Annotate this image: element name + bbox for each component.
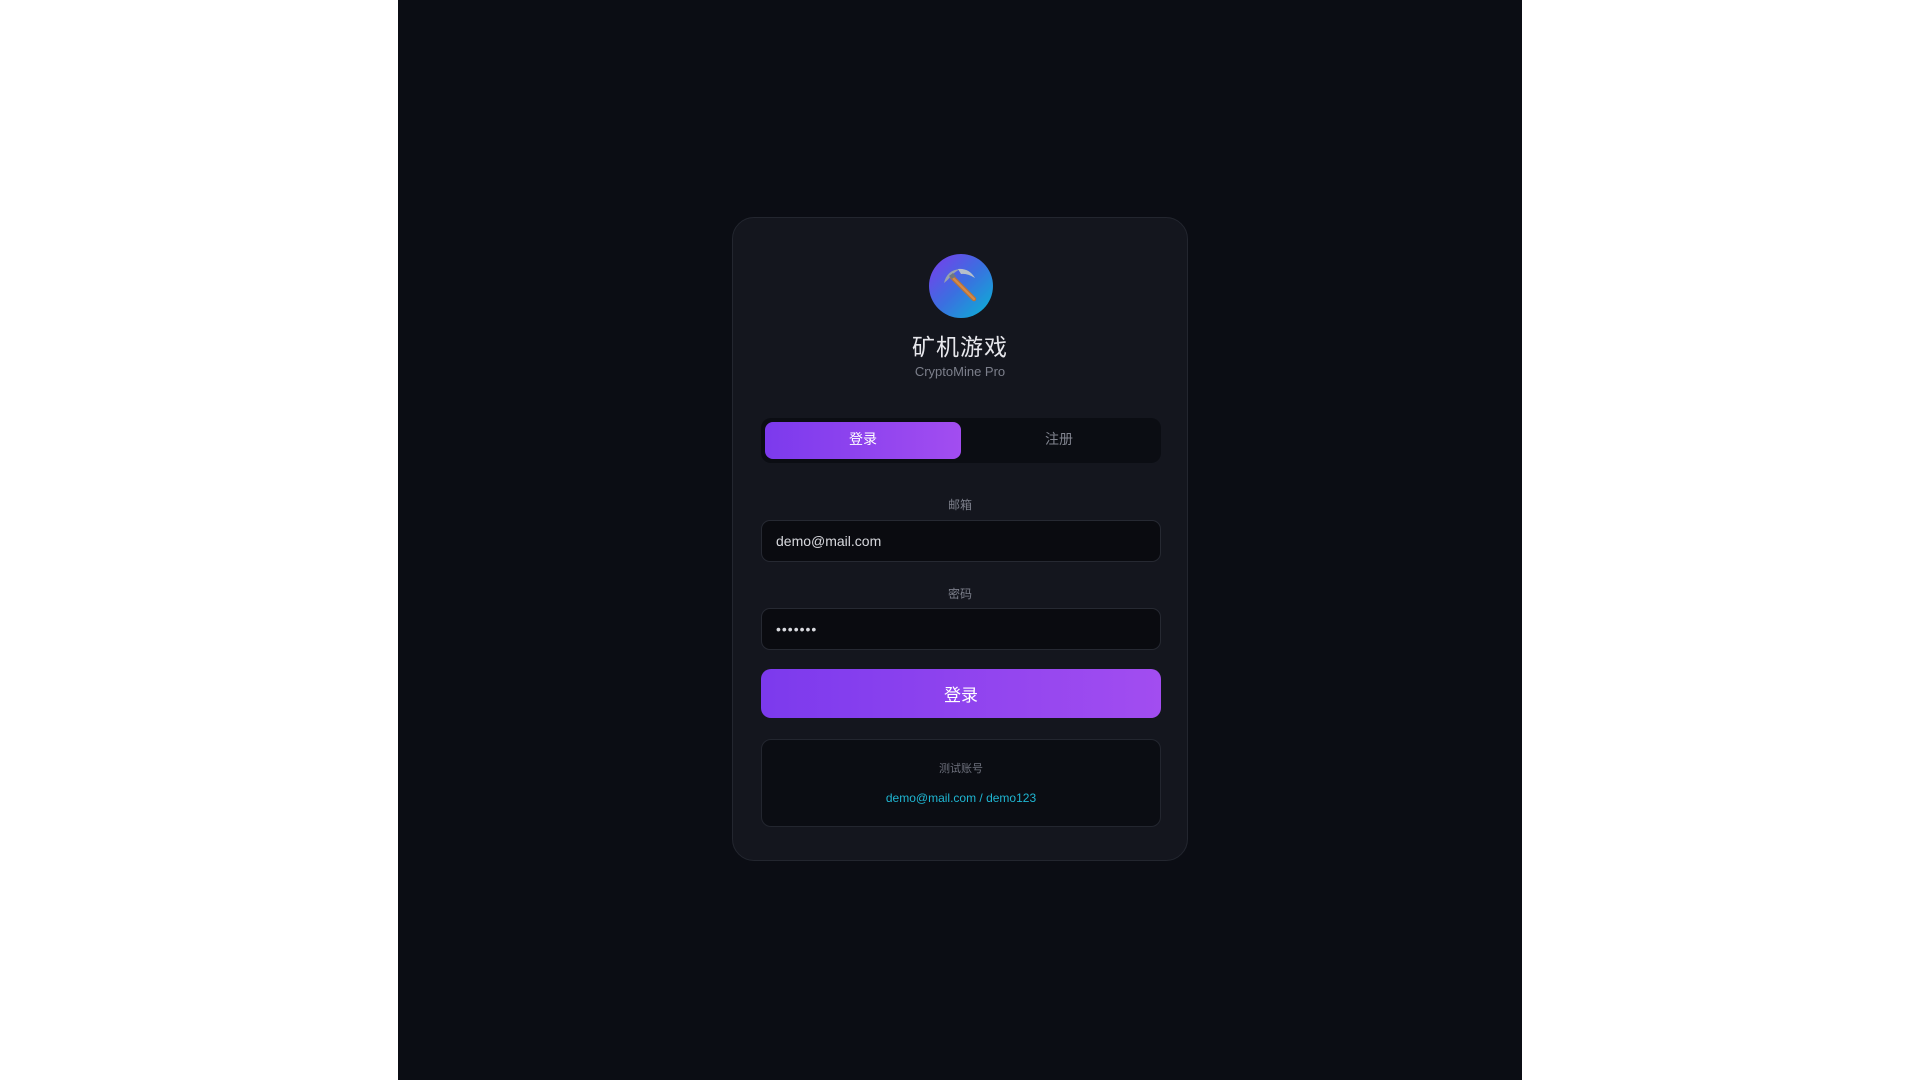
app-subtitle: CryptoMine Pro (914, 364, 1006, 379)
email-field[interactable] (761, 520, 1161, 562)
tab-register[interactable]: 注册 (961, 422, 1157, 459)
password-field[interactable] (761, 608, 1161, 650)
app-logo (929, 254, 993, 318)
app-title: 矿机游戏 (912, 335, 1008, 361)
demo-account-box: 测试账号 demo@mail.com / demo123 (761, 739, 1161, 827)
demo-account-title: 测试账号 (939, 762, 983, 775)
email-label: 邮箱 (947, 498, 972, 512)
page-background: 矿机游戏 CryptoMine Pro 登录 注册 邮箱 密码 登录 测试账号 … (398, 0, 1522, 1080)
password-label: 密码 (947, 587, 972, 601)
login-card: 矿机游戏 CryptoMine Pro 登录 注册 邮箱 密码 登录 测试账号 … (732, 217, 1188, 861)
demo-account-credentials: demo@mail.com / demo123 (885, 791, 1037, 805)
tab-login[interactable]: 登录 (765, 422, 961, 459)
login-button[interactable]: 登录 (761, 669, 1161, 718)
auth-tabs: 登录 注册 (761, 418, 1161, 463)
pickaxe-icon (944, 268, 977, 302)
